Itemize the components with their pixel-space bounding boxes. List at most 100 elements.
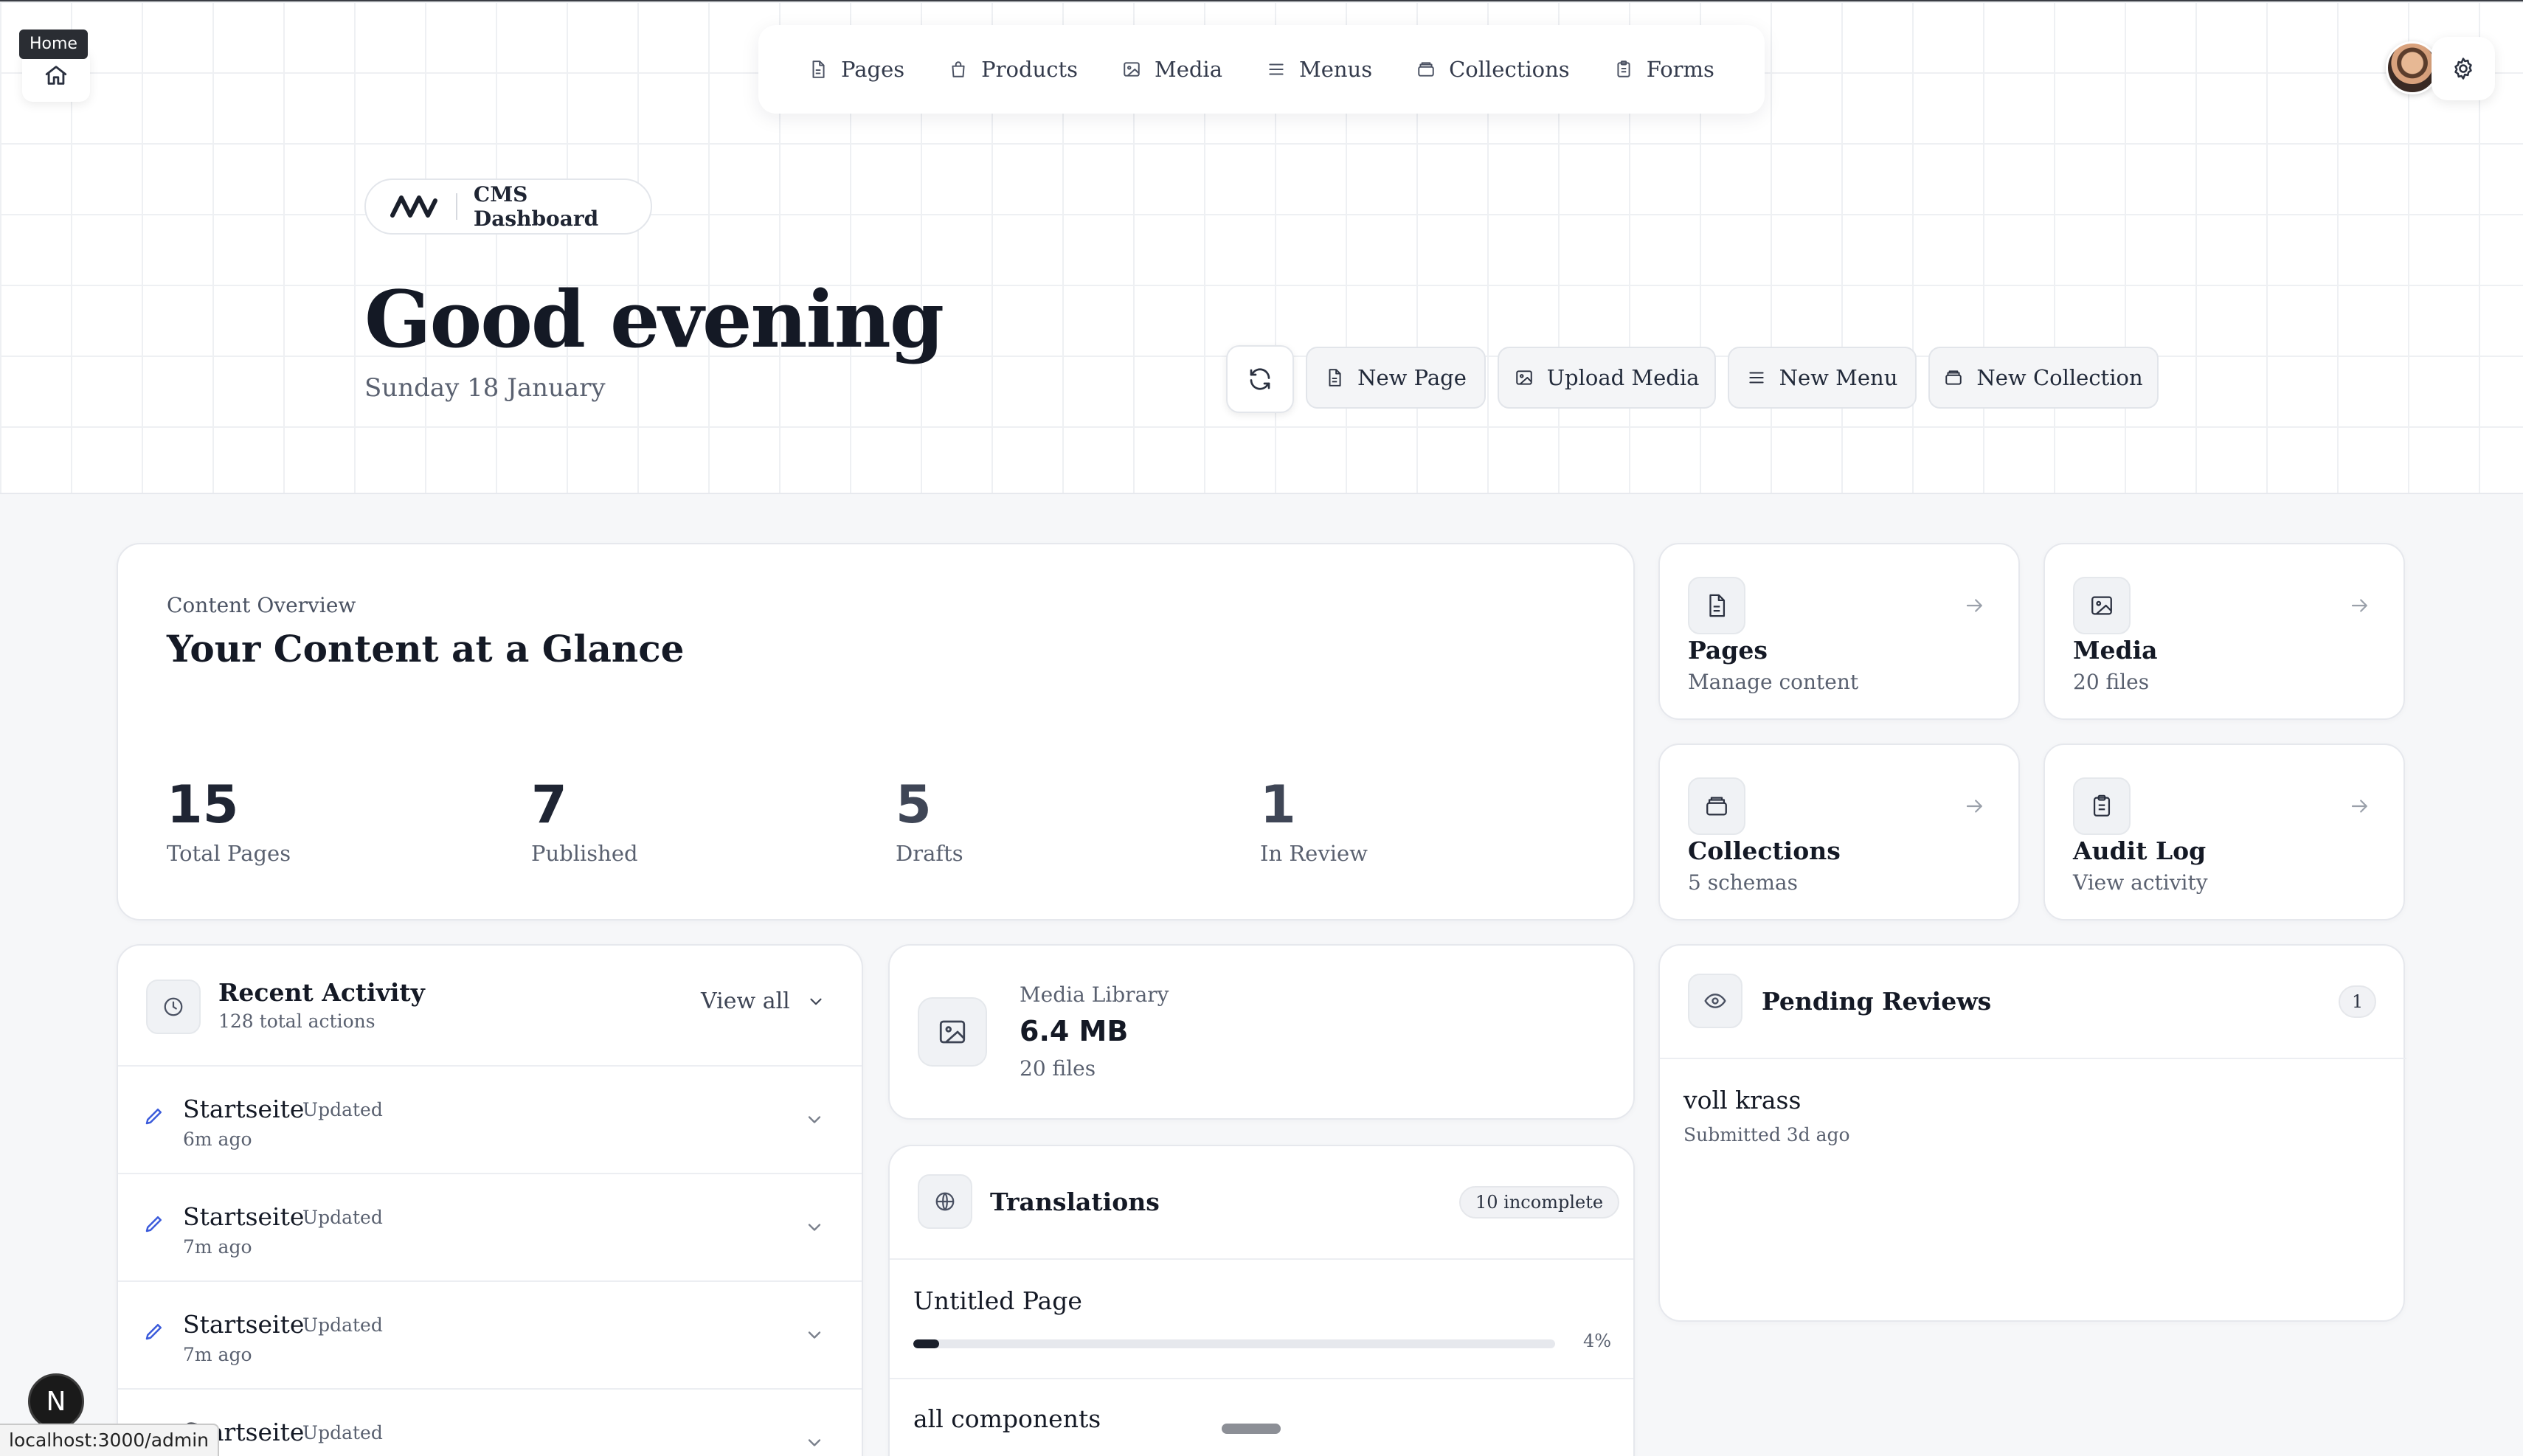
panel-divider [1660,1058,2406,1059]
activity-time: 7m ago [183,1344,252,1365]
nav-label: Products [981,57,1078,82]
new-collection-button[interactable]: New Collection [1928,347,2159,409]
tile-subtitle: View activity [2073,870,2208,895]
refresh-icon [1247,366,1273,392]
stat-label: Total Pages [167,841,291,866]
image-icon [1515,368,1534,387]
overview-eyebrow: Content Overview [167,593,356,617]
nav-label: Media [1155,57,1222,82]
nav-item-pages[interactable]: Pages [809,57,904,82]
home-tooltip: Home [19,30,88,59]
nav-item-menus[interactable]: Menus [1267,57,1372,82]
dev-tools-button[interactable]: N [28,1373,84,1429]
stat-value: 15 [167,774,239,835]
overview-title: Your Content at a Glance [167,627,685,670]
nav-item-products[interactable]: Products [949,57,1078,82]
tile-audit-log[interactable]: Audit Log View activity [2043,743,2405,921]
stat-in-review: 1 In Review [1260,779,1368,866]
recent-activity-panel: Recent Activity 128 total actions View a… [117,944,863,1456]
translation-percent: 4% [1583,1331,1612,1351]
nav-item-forms[interactable]: Forms [1614,57,1714,82]
chevron-down-icon[interactable] [804,1217,825,1238]
brand-logo-icon [388,190,440,223]
settings-button[interactable] [2432,37,2495,100]
activity-time: 6m ago [183,1129,252,1150]
translation-item-name: Untitled Page [913,1286,1082,1315]
tile-title: Audit Log [2073,836,2207,865]
browser-status-url: localhost:3000/admin [0,1424,220,1456]
chevron-down-icon[interactable] [804,1325,825,1345]
tile-pages[interactable]: Pages Manage content [1658,543,2020,720]
tile-subtitle: 5 schemas [1688,870,1798,895]
activity-row[interactable]: Startseite Updated 7m ago [118,1173,862,1280]
activity-row[interactable]: Startseite Updated 7m ago [118,1280,862,1388]
pencil-icon [143,1320,165,1342]
arrow-right-icon [1964,594,1986,617]
tile-title: Media [2073,636,2158,665]
clipboard-icon [2073,777,2131,835]
nav-label: Menus [1299,57,1373,82]
chevron-down-icon [806,992,826,1011]
bag-icon [949,60,968,79]
button-label: New Collection [1976,365,2143,390]
activity-time: 7m ago [183,1236,252,1258]
panel-divider [890,1258,1633,1260]
upload-media-button[interactable]: Upload Media [1498,347,1716,409]
new-menu-button[interactable]: New Menu [1728,347,1917,409]
view-all-button[interactable]: View all [701,988,826,1014]
translation-progress-fill [913,1339,939,1348]
pending-reviews-panel: Pending Reviews 1 voll krass Submitted 3… [1658,944,2406,1322]
activity-action: Updated [302,1422,383,1443]
box-icon [1416,60,1436,79]
tile-media[interactable]: Media 20 files [2043,543,2405,720]
row-divider [890,1378,1633,1379]
view-all-label: View all [701,988,790,1014]
pencil-icon [143,1213,165,1235]
nav-item-media[interactable]: Media [1122,57,1222,82]
clock-icon [146,980,201,1034]
tile-subtitle: Manage content [1688,670,1859,694]
current-date: Sunday 18 January [364,373,606,403]
panel-title: Pending Reviews [1762,987,1992,1016]
image-icon [1122,60,1141,79]
chevron-down-icon[interactable] [804,1432,825,1453]
chevron-down-icon[interactable] [804,1109,825,1130]
file-icon [1688,577,1745,634]
page-title: Good evening [364,273,944,365]
eye-icon [1688,974,1742,1028]
stat-total-pages: 15 Total Pages [167,779,291,866]
nav-item-collections[interactable]: Collections [1416,57,1570,82]
clipboard-icon [1614,60,1633,79]
stat-label: Drafts [896,841,963,866]
pending-count-badge: 1 [2339,985,2377,1018]
incomplete-badge: 10 incomplete [1459,1186,1620,1218]
gear-icon [2451,56,2476,81]
globe-icon [918,1174,972,1229]
review-item-meta: Submitted 3d ago [1683,1124,1850,1145]
tile-subtitle: 20 files [2073,670,2150,694]
arrow-right-icon [1964,795,1986,817]
new-page-button[interactable]: New Page [1306,347,1486,409]
stat-value: 1 [1260,774,1296,835]
translation-item-name: all components [913,1404,1101,1433]
button-label: New Menu [1779,365,1898,390]
activity-row[interactable]: Startseite Updated [118,1388,862,1456]
file-icon [1325,368,1344,387]
activity-row[interactable]: Startseite Updated 6m ago [118,1065,862,1173]
stat-value: 5 [896,774,932,835]
media-library-label: Media Library [1020,982,1169,1007]
image-icon [918,997,987,1067]
button-label: Upload Media [1546,365,1700,390]
file-icon [809,60,828,79]
tile-collections[interactable]: Collections 5 schemas [1658,743,2020,921]
review-item-name[interactable]: voll krass [1683,1086,1801,1114]
activity-item-name: Startseite [183,1310,305,1339]
media-library-card[interactable]: Media Library 6.4 MB 20 files [888,944,1635,1120]
brand-badge[interactable]: CMS Dashboard [364,178,652,235]
top-navigation: Pages Products Media Menus Collections F… [758,25,1765,114]
activity-item-name: Startseite [183,1202,305,1231]
refresh-button[interactable] [1226,345,1294,413]
home-icon [44,63,69,88]
scroll-handle[interactable] [1222,1424,1281,1434]
translation-progress-bar [913,1339,1555,1348]
